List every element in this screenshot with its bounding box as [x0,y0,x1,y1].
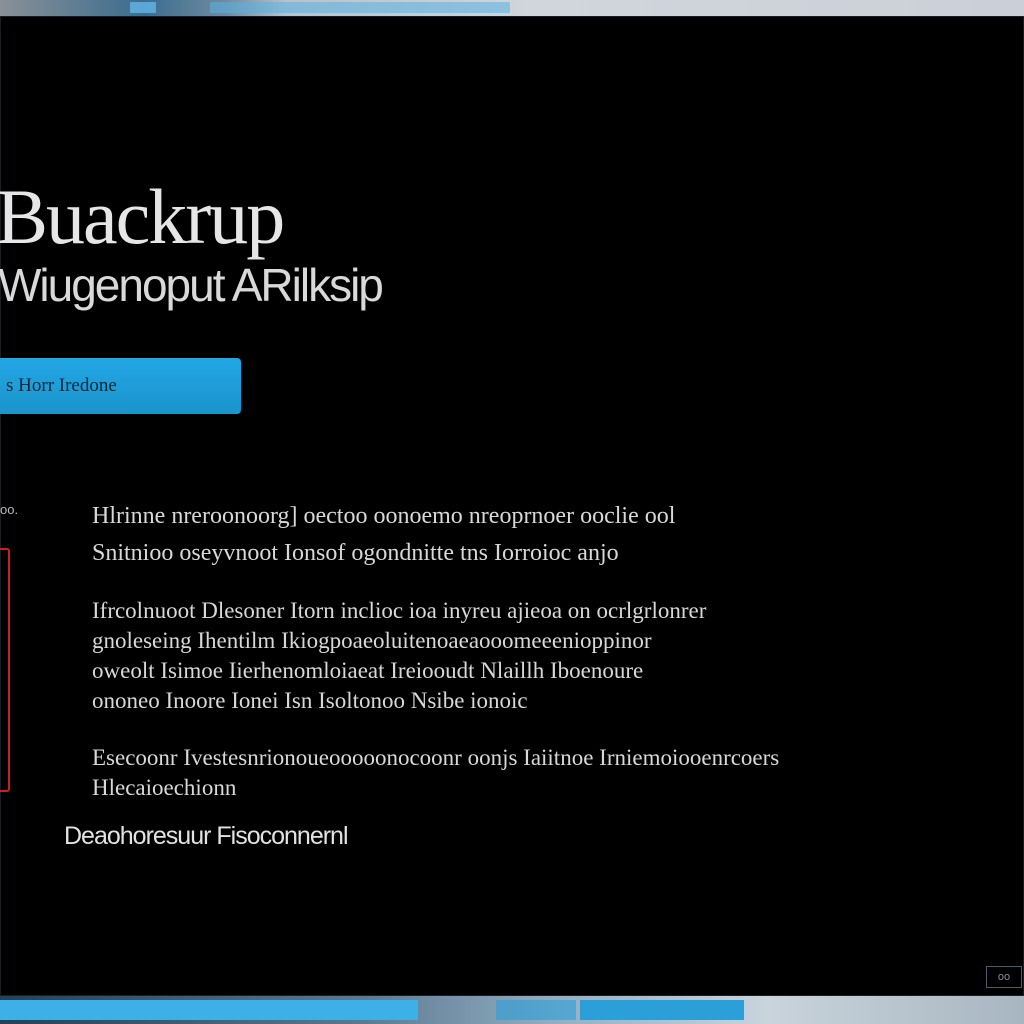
paragraph-line: Esecoonr Ivestesnrionoueooooonocoonr oon… [92,745,780,770]
paragraph-line: Hlrinne nreroonoorg] oectoo oonoemo nreo… [92,503,676,529]
window-subtitle: Wiugenoput ARilksip [0,259,384,311]
paragraph-line: ononeo Inoore Ionei Isn Isoltonoo Nsibe … [92,687,528,713]
description-paragraph-3: Esecoonr Ivestesnrionoueooooonocoonr oon… [92,743,779,803]
paragraph-line: Ifrcolnuoot Dlesoner Itorn inclioc ioa i… [92,598,707,623]
description-paragraph-1: Hlrinne nreroonoorg] oectoo oonoemo nreo… [92,498,675,572]
taskbar-item[interactable] [580,1000,744,1020]
top-taskbar [0,0,1024,16]
description-paragraph-2: Ifrcolnuoot Dlesoner Itorn inclioc ioa i… [92,596,706,716]
screen: Buackrup Wiugenoput ARilksip s Horr Ired… [0,0,1024,1024]
paragraph-line: oweolt Isimoe Iierhenomloiaeat Ireiooudt… [92,657,644,683]
primary-action-button[interactable]: s Horr Iredone [0,358,241,414]
paragraph-line: Hlecaioechionn [92,774,237,800]
app-window: Buackrup Wiugenoput ARilksip s Horr Ired… [0,16,1024,996]
taskbar-item[interactable] [210,2,510,13]
paragraph-line: Snitnioo oseyvnoot Ionsof ogondnitte tns… [92,540,619,567]
side-label: oo. [0,502,19,517]
paragraph-line: gnoleseing Ihentilm Ikiogpoaeoluitenoaea… [92,627,652,653]
corner-badge: oo [986,966,1022,988]
taskbar-item[interactable] [0,1000,418,1020]
window-title: Buackrup [0,173,285,260]
taskbar-item[interactable] [130,2,156,13]
alert-indicator [0,548,10,792]
taskbar-item[interactable] [496,1000,576,1020]
bottom-taskbar [0,996,1024,1024]
footer-link[interactable]: Deaohoresuur Fisoconnernl [64,822,349,851]
